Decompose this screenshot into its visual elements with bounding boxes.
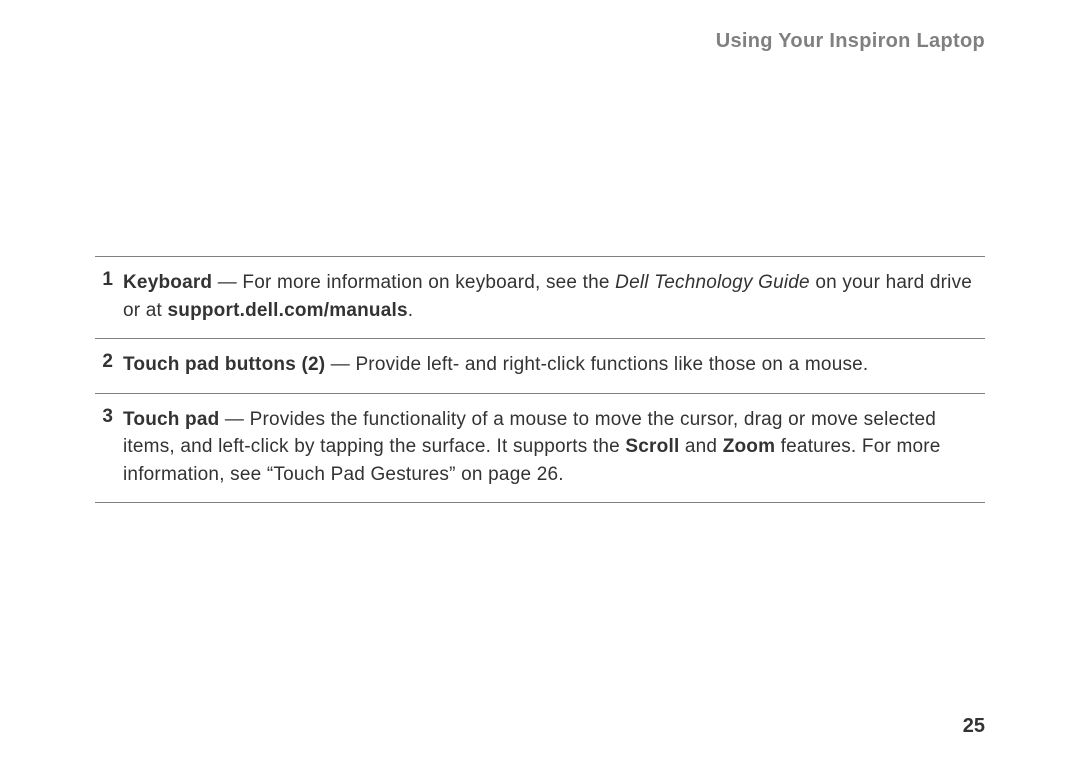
item-pre: For more information on keyboard, see th…	[242, 272, 615, 293]
item-mid: and	[679, 436, 722, 457]
item-sep: —	[212, 272, 242, 293]
page-number: 25	[963, 715, 985, 738]
item-text: Keyboard — For more information on keybo…	[123, 269, 985, 324]
item-text: Touch pad buttons (2) — Provide left- an…	[123, 351, 985, 379]
item-pre: Provide left- and right-click functions …	[355, 354, 868, 375]
item-bold2: Scroll	[625, 436, 679, 457]
item-label: Touch pad	[123, 409, 219, 430]
list-item: 3 Touch pad — Provides the functionality…	[95, 393, 985, 504]
item-number: 3	[95, 406, 123, 428]
item-sep: —	[219, 409, 249, 430]
item-post: .	[408, 300, 413, 321]
list-item: 1 Keyboard — For more information on key…	[95, 256, 985, 338]
item-sep: —	[325, 354, 355, 375]
item-text: Touch pad — Provides the functionality o…	[123, 406, 985, 489]
item-number: 1	[95, 269, 123, 291]
item-italic: Dell Technology Guide	[615, 272, 810, 293]
item-bold2: support.dell.com/manuals	[168, 300, 408, 321]
item-number: 2	[95, 351, 123, 373]
feature-list: 1 Keyboard — For more information on key…	[95, 256, 985, 503]
item-bold3: Zoom	[723, 436, 776, 457]
item-label: Touch pad buttons (2)	[123, 354, 325, 375]
page-header-title: Using Your Inspiron Laptop	[716, 30, 985, 53]
list-item: 2 Touch pad buttons (2) — Provide left- …	[95, 338, 985, 393]
item-label: Keyboard	[123, 272, 212, 293]
